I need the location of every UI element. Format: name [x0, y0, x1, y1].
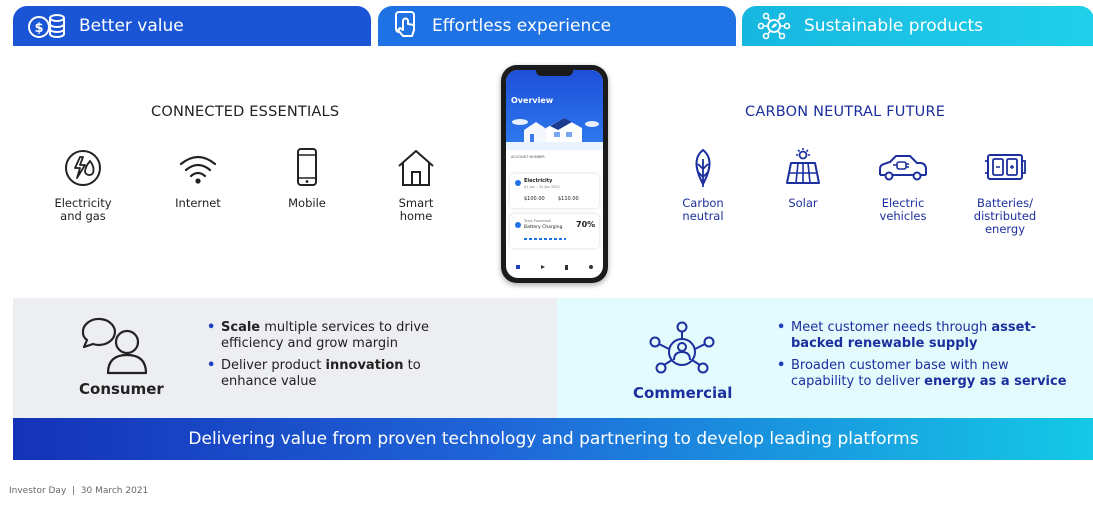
- commercial-label: Commercial: [633, 384, 733, 402]
- mobile-phone-icon: [297, 148, 317, 186]
- house-illustration: [506, 118, 603, 150]
- item-label: Internet: [175, 196, 221, 210]
- card-percent: 70%: [576, 220, 596, 229]
- phone-account-label: ACCOUNT NUMBER: [511, 155, 545, 159]
- money-stack-icon: $: [28, 14, 65, 38]
- tap-hand-icon: [395, 11, 415, 37]
- tab-label: Effortless experience: [432, 16, 612, 36]
- play-icon: [540, 265, 545, 269]
- bullet-item: Broaden customer base with new capabilit…: [775, 358, 1075, 390]
- commercial-panel: Commercial Meet customer needs through a…: [557, 298, 1093, 418]
- item-electricity-gas: Electricity and gas: [38, 147, 128, 223]
- bottom-banner: Delivering value from proven technology …: [13, 418, 1093, 460]
- card-value: $100.00: [524, 196, 545, 202]
- item-label: Batteries/ distributed energy: [973, 196, 1037, 236]
- card-title: Electricity: [524, 178, 553, 184]
- card-title: Tesla Powerwall: [524, 219, 552, 223]
- wifi-icon: [179, 155, 217, 184]
- item-smart-home: Smart home: [371, 147, 461, 223]
- battery-bar: [524, 238, 566, 240]
- connected-essentials-title: CONNECTED ESSENTIALS: [151, 104, 340, 120]
- item-mobile: Mobile: [262, 147, 352, 210]
- phone-header: Overview: [506, 70, 603, 150]
- tab-better-value: $ Better value: [13, 6, 371, 46]
- card-sub: 01 Jan – 31 Jan 2021: [524, 185, 560, 189]
- consumer-bullets: Scale multiple services to drive efficie…: [205, 320, 475, 396]
- profile-icon: [588, 265, 593, 269]
- phone-card-battery: Tesla Powerwall Battery Charging 70%: [510, 214, 599, 248]
- svg-text:$: $: [34, 21, 43, 36]
- electricity-gas-icon: [65, 150, 101, 186]
- item-solar: Solar: [758, 147, 848, 210]
- card-dot-icon: [515, 222, 521, 228]
- consumer-panel: Consumer Scale multiple services to driv…: [13, 298, 557, 418]
- eco-network-icon: [757, 12, 791, 40]
- document-icon: [565, 264, 569, 270]
- item-label: Electric vehicles: [879, 196, 927, 223]
- card-sub: Battery Charging: [524, 225, 563, 230]
- phone-mockup: Overview ACCOUNT NUMBER Electricity 01 J…: [501, 65, 608, 283]
- carbon-neutral-title: CARBON NEUTRAL FUTURE: [745, 104, 946, 120]
- item-label: Smart home: [398, 196, 434, 223]
- phone-notch: [536, 70, 573, 76]
- phone-screen-title: Overview: [511, 96, 554, 105]
- banner-text: Delivering value from proven technology …: [188, 429, 919, 449]
- electric-car-icon: [879, 155, 927, 181]
- consumer-people-icon: [81, 317, 148, 375]
- phone-screen: Overview ACCOUNT NUMBER Electricity 01 J…: [506, 70, 603, 278]
- item-label: Carbon neutral: [682, 196, 724, 223]
- home-icon: [516, 265, 521, 269]
- item-internet: Internet: [153, 147, 243, 210]
- item-electric-vehicles: Electric vehicles: [858, 147, 948, 223]
- footer: Investor Day | 30 March 2021: [9, 486, 149, 496]
- tab-label: Sustainable products: [804, 16, 984, 36]
- item-carbon-neutral: Carbon neutral: [658, 147, 748, 223]
- item-label: Electricity and gas: [54, 196, 112, 223]
- battery-icon: [985, 154, 1026, 180]
- bullet-item: Deliver product innovation to enhance va…: [205, 358, 475, 390]
- item-label: Mobile: [288, 196, 326, 210]
- bullet-item: Scale multiple services to drive efficie…: [205, 320, 475, 352]
- phone-tab-bar: [506, 260, 603, 274]
- card-dot-icon: [515, 180, 521, 186]
- commercial-network-icon: [649, 321, 715, 374]
- leaf-icon: [695, 148, 711, 187]
- item-label: Solar: [788, 196, 818, 210]
- phone-card-electricity: Electricity 01 Jan – 31 Jan 2021 $100.00…: [510, 174, 599, 208]
- solar-panel-icon: [786, 148, 820, 184]
- item-batteries: Batteries/ distributed energy: [960, 147, 1050, 236]
- bullet-item: Meet customer needs through asset-backed…: [775, 320, 1075, 352]
- card-value: $110.00: [558, 196, 579, 202]
- tab-effortless-experience: Effortless experience: [378, 6, 736, 46]
- tab-sustainable-products: Sustainable products: [742, 6, 1093, 46]
- commercial-bullets: Meet customer needs through asset-backed…: [775, 320, 1075, 396]
- smart-home-icon: [398, 150, 434, 186]
- tab-label: Better value: [79, 16, 184, 36]
- consumer-label: Consumer: [79, 380, 164, 398]
